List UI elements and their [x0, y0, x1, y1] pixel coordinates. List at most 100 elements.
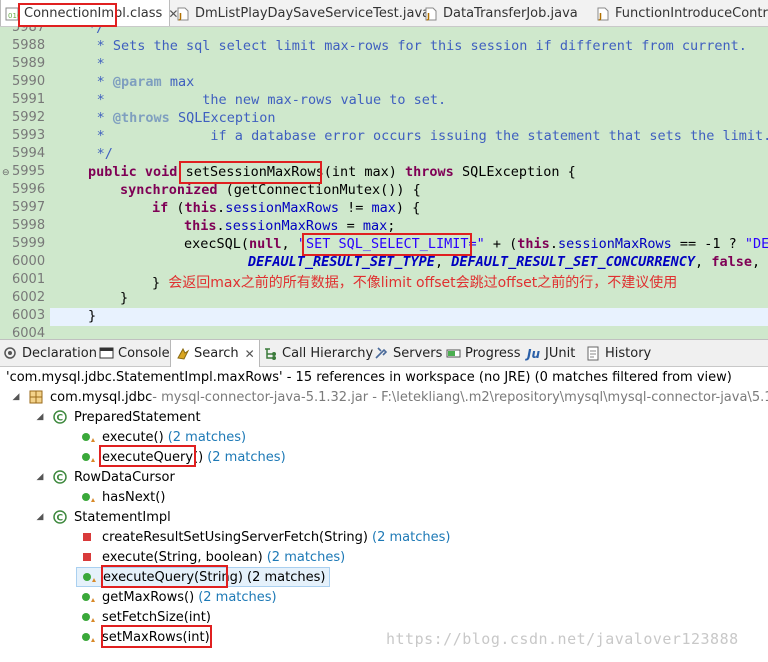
expand-arrow-icon[interactable]: ◢ [34, 512, 46, 522]
line-number: 5991 [12, 92, 46, 107]
junit-icon: Ju [526, 346, 540, 361]
line-number: 5989 [12, 56, 46, 71]
tab-history[interactable]: History [586, 340, 651, 367]
line-number: 5998 [12, 218, 46, 233]
line-number: 5990 [12, 74, 46, 89]
line-number: 6001 [12, 272, 46, 287]
package-icon [28, 389, 44, 405]
svg-text:J: J [426, 12, 430, 21]
tab-junit[interactable]: Ju JUnit [526, 340, 575, 367]
tree-method-row[interactable]: hasNext() [80, 487, 169, 507]
tree-method-row[interactable]: execute() (2 matches) [80, 427, 246, 447]
line-number: 6002 [12, 290, 46, 305]
code-line: */ [56, 146, 113, 162]
search-summary: 'com.mysql.jdbc.StatementImpl.maxRows' -… [6, 369, 732, 385]
code-line: * Sets the sql select limit max-rows for… [56, 38, 747, 54]
line-number: 6004 [12, 326, 46, 339]
progress-icon [446, 346, 461, 361]
public-method-icon [80, 629, 96, 645]
code-line: } 会返回max之前的所有数据，不像limit offset会跳过offset之… [152, 275, 678, 291]
tree-method-row[interactable]: setMaxRows(int) [80, 627, 214, 647]
tab-label: DmListPlayDaySaveServiceTest.java [195, 6, 431, 21]
public-method-icon [80, 489, 96, 505]
code-editor[interactable]: 5987 5988 5989 5990 5991 5992 5993 5994 … [0, 27, 768, 339]
expand-arrow-icon[interactable]: ◢ [34, 472, 46, 482]
line-number: 5987 [12, 27, 46, 35]
java-file-icon: J [176, 7, 190, 21]
watermark: https://blog.csdn.net/javalover123888 [386, 630, 739, 648]
line-number: 5997 [12, 200, 46, 215]
line-number: 5994 [12, 146, 46, 161]
tab-call-hierarchy[interactable]: Call Hierarchy [263, 340, 373, 367]
code-line-method-signature: public void setSessionMaxRows(int max) t… [88, 164, 576, 180]
editor-tab-dmlistplaydaysaveservicetest[interactable]: J DmListPlayDaySaveServiceTest.java [176, 0, 431, 26]
public-method-icon [80, 449, 96, 465]
tree-method-row[interactable]: createResultSetUsingServerFetch(String)(… [80, 527, 450, 547]
code-line: * if a database error occurs issuing the… [56, 128, 768, 144]
java-file-icon: J [424, 7, 438, 21]
call-hierarchy-icon [263, 346, 278, 361]
line-number: 5992 [12, 110, 46, 125]
tab-servers[interactable]: Servers [374, 340, 442, 367]
private-method-icon [80, 529, 96, 545]
current-line-highlight [50, 308, 768, 326]
code-line: */ [88, 27, 105, 36]
code-line: if (this.sessionMaxRows != max) { [152, 200, 421, 216]
editor-tab-bar: 010 ConnectionImpl.class ✕ J DmListPlayD… [0, 0, 768, 27]
tree-package-row[interactable]: ◢ com.mysql.jdbc - mysql-connector-java-… [10, 387, 768, 407]
search-icon [175, 346, 190, 361]
svg-text:C: C [57, 414, 64, 424]
code-line: * @throws SQLException [56, 110, 276, 126]
interface-icon: C [52, 469, 68, 485]
line-number: 6003 [12, 308, 46, 323]
tree-method-row-selected[interactable]: executeQuery(String) (2 matches) [76, 567, 331, 587]
tree-class-row[interactable]: ◢ C PreparedStatement [34, 407, 201, 427]
svg-text:010: 010 [8, 12, 19, 20]
method-name: setSessionMaxRows [185, 164, 324, 180]
private-method-icon [80, 549, 96, 565]
code-line: * the new max-rows value to set. [56, 92, 447, 108]
tree-class-row[interactable]: ◢ C StatementImpl [34, 507, 171, 527]
tab-search[interactable]: Search ✕ [170, 340, 260, 367]
annotation-note: 会返回max之前的所有数据，不像limit offset会跳过offset之前的… [168, 275, 678, 291]
tree-class-row[interactable]: ◢ C RowDataCursor [34, 467, 175, 487]
expand-arrow-icon[interactable]: ◢ [10, 392, 22, 402]
tree-method-row[interactable]: executeQuery() (2 matches) [80, 447, 286, 467]
class-icon: C [52, 409, 68, 425]
search-results-view: 'com.mysql.jdbc.StatementImpl.maxRows' -… [0, 367, 768, 662]
line-number: 5999 [12, 236, 46, 251]
tab-progress[interactable]: Progress [446, 340, 520, 367]
servers-icon [374, 346, 389, 361]
sql-string: SET SQL_SELECT_LIMIT= [305, 236, 477, 252]
public-method-icon [80, 609, 96, 625]
line-number: 5988 [12, 38, 46, 53]
code-line: } [120, 290, 129, 306]
public-method-icon [80, 589, 96, 605]
class-icon: C [52, 509, 68, 525]
public-method-icon [81, 569, 97, 585]
code-line: synchronized (getConnectionMutex()) { [120, 182, 421, 198]
code-line: DEFAULT_RESULT_SET_TYPE, DEFAULT_RESULT_… [248, 254, 761, 270]
tree-method-row[interactable]: setFetchSize(int) [80, 607, 215, 627]
svg-text:C: C [57, 514, 64, 524]
tab-console[interactable]: Console [99, 340, 170, 367]
tab-label: ConnectionImpl.class [24, 6, 163, 21]
line-number: 6000 [12, 254, 46, 269]
tab-declaration[interactable]: Declaration [3, 340, 97, 367]
svg-text:J: J [598, 12, 602, 21]
fold-toggle-icon[interactable]: ⊖ [2, 168, 10, 178]
code-line: execSQL(null, "SET SQL_SELECT_LIMIT=" + … [184, 236, 768, 252]
editor-tab-datatransferjob[interactable]: J DataTransferJob.java [424, 0, 578, 26]
expand-arrow-icon[interactable]: ◢ [34, 412, 46, 422]
code-line: * [56, 56, 105, 72]
tab-label: DataTransferJob.java [443, 6, 578, 21]
close-icon[interactable]: ✕ [245, 347, 255, 361]
editor-tab-connectionimpl[interactable]: 010 ConnectionImpl.class ✕ [0, 0, 178, 26]
console-icon [99, 346, 114, 361]
line-number: 5995 [12, 164, 46, 179]
tree-method-row[interactable]: getMaxRows() (2 matches) [80, 587, 277, 607]
tree-method-row[interactable]: execute(String, boolean) (2 matches) [80, 547, 345, 567]
tab-label: FunctionIntroduceControlle [615, 6, 768, 21]
declaration-icon [3, 346, 18, 361]
editor-tab-functionintroducecontroller[interactable]: J FunctionIntroduceControlle [596, 0, 768, 26]
